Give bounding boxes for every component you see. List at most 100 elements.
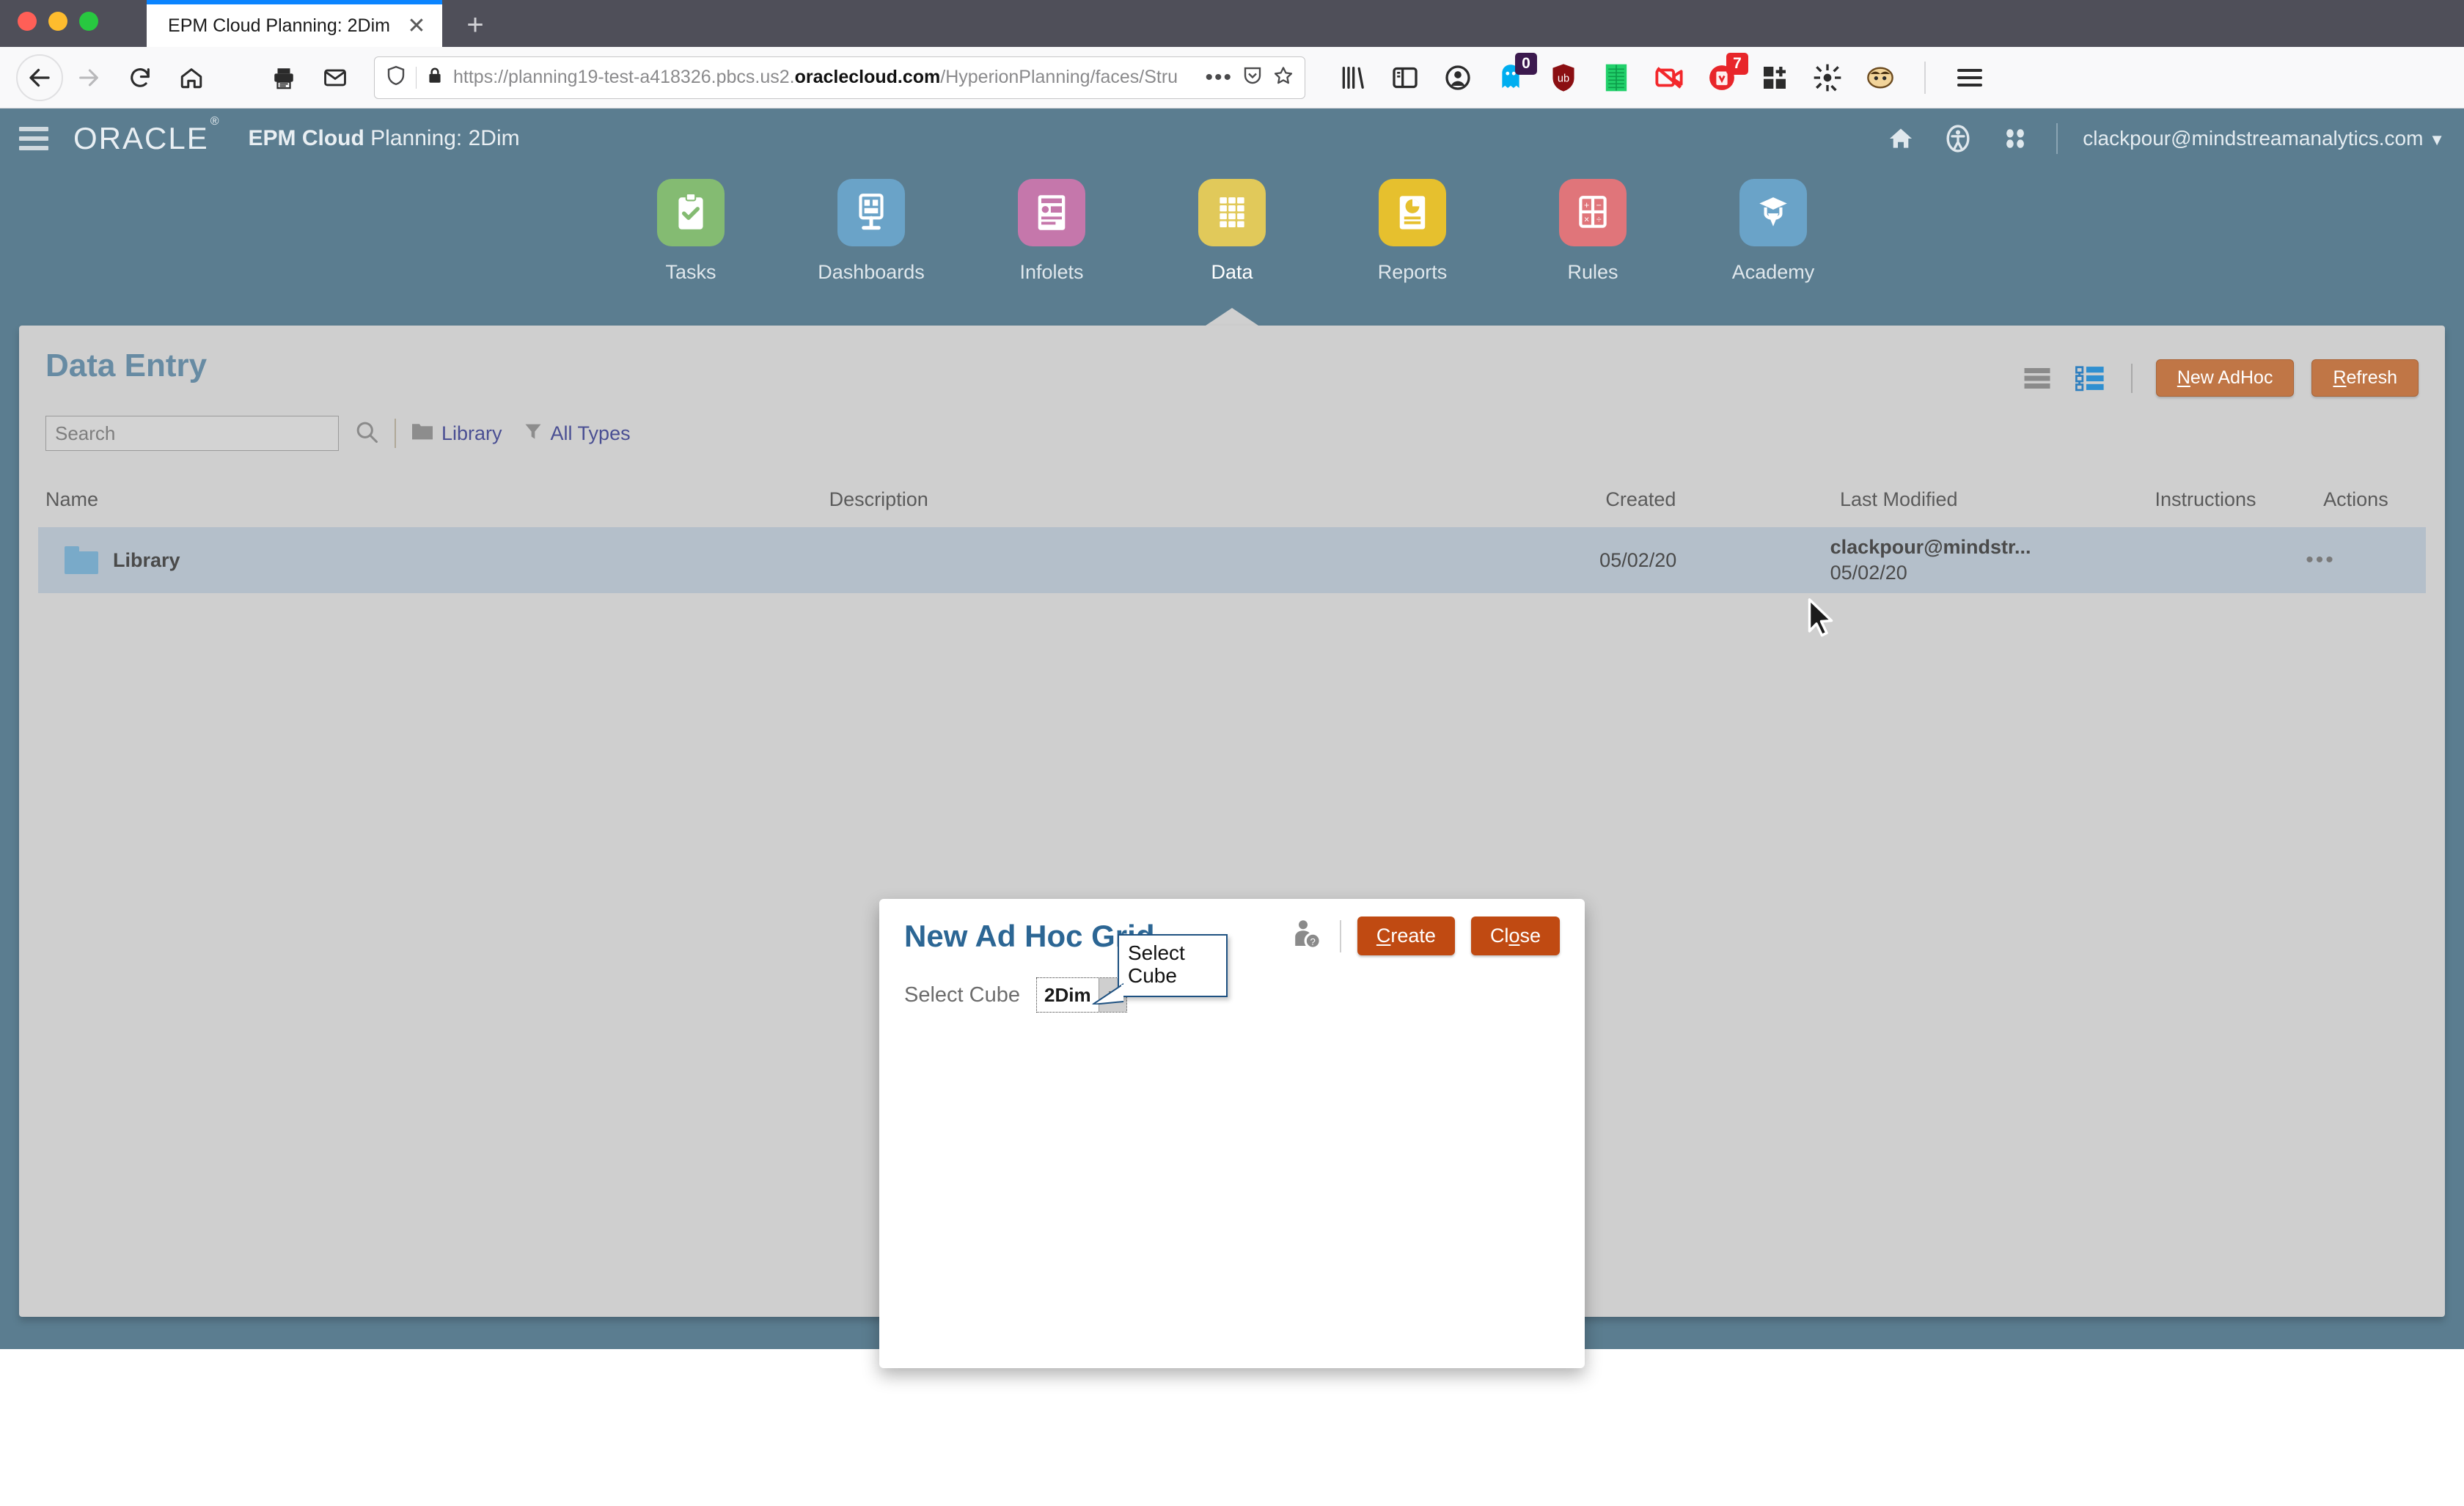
maximize-window-button[interactable]: [79, 12, 98, 31]
home-icon[interactable]: [1885, 122, 1917, 155]
nav-card-tile[interactable]: + − × ÷: [1559, 179, 1627, 246]
column-header-description[interactable]: Description: [829, 488, 1606, 511]
row-name-cell[interactable]: Library: [65, 546, 836, 574]
home-icon[interactable]: [166, 52, 217, 103]
new-tab-icon[interactable]: +: [455, 6, 496, 47]
nav-card-dashboards[interactable]: Dashboards: [813, 179, 930, 284]
list-view-icon[interactable]: [2020, 363, 2055, 394]
breadcrumb-library[interactable]: Library: [411, 421, 502, 447]
grid-icon: [1220, 197, 1244, 227]
add-grid-icon[interactable]: [1756, 59, 1794, 97]
back-arrow-icon[interactable]: [16, 54, 63, 101]
column-header-last-modified[interactable]: Last Modified: [1840, 488, 2155, 511]
gear-icon[interactable]: [1808, 59, 1847, 97]
nav-card-infolets[interactable]: Infolets: [993, 179, 1110, 284]
search-input[interactable]: Search: [45, 416, 339, 451]
breadcrumb-filter[interactable]: All Types: [523, 421, 631, 447]
user-help-icon[interactable]: ?: [1288, 917, 1324, 955]
search-toolbar: Search Library All Types: [19, 397, 2445, 451]
mouse-cursor: [1808, 598, 1833, 637]
svg-text:×: ×: [1584, 215, 1589, 225]
video-blocker-icon[interactable]: [1650, 59, 1688, 97]
tooltip-pointer: [1092, 982, 1123, 1004]
column-header-instructions[interactable]: Instructions: [2155, 488, 2323, 511]
column-header-name[interactable]: Name: [45, 488, 829, 511]
refresh-accel: R: [2333, 367, 2347, 388]
app-switcher-icon[interactable]: [1999, 122, 2031, 155]
nav-card-academy[interactable]: Academy: [1715, 179, 1832, 284]
chevron-down-icon[interactable]: ▼: [2429, 131, 2445, 149]
nav-card-rules[interactable]: + − × ÷ Rules: [1534, 179, 1651, 284]
reload-icon[interactable]: [114, 52, 166, 103]
urlbar-divider: [416, 66, 417, 89]
content-area: Data Entry New AdHoc Refresh Search Libr…: [0, 326, 2464, 1368]
ublock-origin-icon[interactable]: ub: [1544, 59, 1583, 97]
dashboard-icon: [859, 194, 884, 230]
star-icon[interactable]: [1272, 65, 1294, 90]
clipboard-check-icon: [678, 193, 703, 229]
page-actions-icon[interactable]: •••: [1205, 65, 1233, 90]
browser-tab-title: EPM Cloud Planning: 2Dim: [168, 15, 390, 36]
pocket-icon[interactable]: [1242, 65, 1264, 90]
create-button[interactable]: Create: [1357, 917, 1455, 955]
nav-card-label: Tasks: [665, 261, 716, 283]
account-icon[interactable]: [1439, 59, 1477, 97]
tooltip-text: Select Cube: [1128, 941, 1185, 988]
minimize-window-button[interactable]: [48, 12, 67, 31]
close-tab-icon[interactable]: ✕: [401, 13, 432, 39]
column-header-actions[interactable]: Actions: [2323, 488, 2419, 511]
print-icon[interactable]: [258, 52, 309, 103]
spreadsheet-icon[interactable]: [1597, 59, 1635, 97]
registered-mark: ®: [210, 115, 221, 128]
new-adhoc-button[interactable]: New AdHoc: [2155, 359, 2295, 397]
cookie-autodelete-icon[interactable]: 7: [1703, 52, 1748, 97]
new-adhoc-label: ew AdHoc: [2190, 367, 2273, 388]
nav-card-tile[interactable]: [837, 179, 905, 246]
nav-card-data[interactable]: Data: [1173, 179, 1291, 284]
search-placeholder: Search: [55, 422, 116, 444]
refresh-button[interactable]: Refresh: [2311, 359, 2419, 397]
ghostery-badge: 0: [1515, 52, 1537, 75]
nav-card-tile[interactable]: [1018, 179, 1085, 246]
nav-card-tile[interactable]: [1739, 179, 1807, 246]
active-card-indicator: [1206, 308, 1258, 326]
ghostery-icon[interactable]: 0: [1492, 52, 1537, 97]
page-title: Data Entry: [45, 348, 208, 383]
nav-card-tile[interactable]: [657, 179, 725, 246]
nav-card-tasks[interactable]: Tasks: [632, 179, 749, 284]
row-actions-menu[interactable]: •••: [2306, 548, 2399, 573]
row-last-modified-cell: clackpour@mindstr... 05/02/20: [1830, 535, 2141, 586]
url-bar[interactable]: https://planning19-test-a418326.pbcs.us2…: [374, 56, 1305, 99]
url-text[interactable]: https://planning19-test-a418326.pbcs.us2…: [453, 67, 1196, 88]
hamburger-menu-icon[interactable]: [19, 127, 48, 150]
nav-card-tile[interactable]: [1379, 179, 1446, 246]
nav-card-reports[interactable]: Reports: [1354, 179, 1471, 284]
breadcrumb: Library All Types: [411, 421, 631, 447]
panel-header: Data Entry New AdHoc Refresh: [19, 326, 2445, 397]
nav-card-label: Academy: [1731, 261, 1815, 283]
sidebar-icon[interactable]: [1386, 59, 1424, 97]
table-row[interactable]: Library 05/02/20 clackpour@mindstr... 05…: [38, 527, 2426, 593]
tree-view-icon[interactable]: [2072, 363, 2108, 394]
svg-text:+: +: [1584, 200, 1589, 210]
column-header-created[interactable]: Created: [1605, 488, 1840, 511]
window-controls[interactable]: [0, 12, 114, 47]
browser-tab[interactable]: EPM Cloud Planning: 2Dim ✕: [147, 0, 442, 47]
user-menu[interactable]: clackpour@mindstreamanalytics.com ▼: [2083, 127, 2445, 150]
mail-icon[interactable]: [309, 52, 361, 103]
close-button[interactable]: Close: [1470, 917, 1560, 955]
cookie-badge: 7: [1726, 52, 1748, 75]
select-cube-value: 2Dim: [1044, 983, 1091, 1006]
accessibility-icon[interactable]: [1942, 122, 1974, 155]
hamburger-menu-icon[interactable]: [1951, 59, 1989, 97]
privacy-badger-icon[interactable]: [1861, 59, 1899, 97]
breadcrumb-library-label: Library: [441, 422, 502, 444]
infolet-icon: [1038, 195, 1066, 230]
close-window-button[interactable]: [18, 12, 37, 31]
new-adhoc-grid-dialog: New Ad Hoc Grid ? Create Close Select Cu…: [879, 899, 1585, 1368]
search-icon[interactable]: [353, 419, 380, 449]
select-cube-tooltip: Select Cube: [1092, 934, 1228, 1004]
library-icon[interactable]: [1333, 59, 1371, 97]
nav-card-tile[interactable]: [1198, 179, 1266, 246]
shield-icon[interactable]: [385, 65, 407, 90]
